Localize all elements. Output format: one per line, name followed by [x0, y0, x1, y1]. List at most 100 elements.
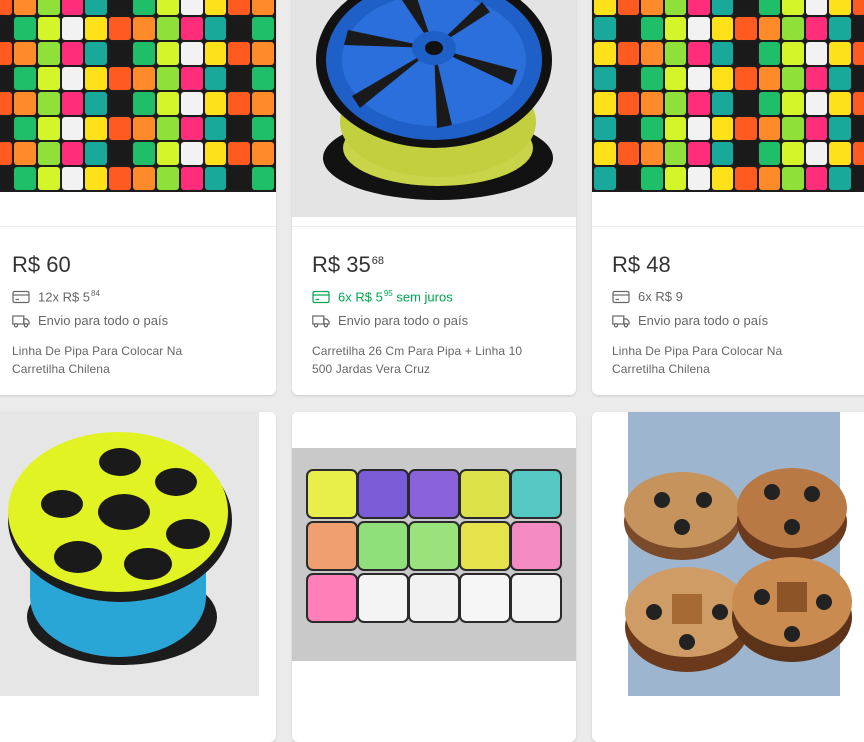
spool-tile [85, 42, 107, 65]
spool-tile [109, 117, 131, 140]
product-card[interactable] [592, 412, 864, 742]
spool-tile [14, 42, 36, 65]
spool-tile [38, 92, 60, 115]
credit-card-icon [312, 290, 330, 304]
spool-tile [85, 17, 107, 40]
shipping-row: Envio para todo o país [312, 313, 468, 328]
spool-tile [14, 17, 36, 40]
spool-tile [806, 0, 828, 15]
spool-tile [228, 117, 250, 140]
product-card[interactable]: R$ 48 6x R$ 9 Envio para todo o país Lin… [592, 0, 864, 395]
spool-tile [641, 0, 663, 15]
blue-wheel-spool-image [292, 0, 576, 217]
product-image[interactable] [592, 412, 864, 696]
spool-tile [618, 167, 640, 190]
shipping-text: Envio para todo o país [638, 313, 768, 328]
shipping-row: Envio para todo o país [612, 313, 768, 328]
product-image[interactable] [0, 412, 259, 696]
spool-tile [14, 167, 36, 190]
thread-roll [511, 522, 561, 570]
spool-tile [38, 17, 60, 40]
spool-tile [252, 42, 274, 65]
spool-tile [806, 17, 828, 40]
spool-tile [829, 0, 851, 15]
spool-tile [14, 92, 36, 115]
spool-tile [133, 67, 155, 90]
spool-tile [688, 0, 710, 15]
product-image[interactable] [292, 412, 576, 696]
spool-tile [712, 17, 734, 40]
spool-tile [853, 42, 864, 65]
spool-tile [782, 67, 804, 90]
spool-tile [688, 17, 710, 40]
product-card[interactable]: R$ 60 12x R$ 584 Envio para todo o país … [0, 0, 276, 395]
spool-tile [252, 142, 274, 165]
spool-tile [157, 42, 179, 65]
spool-tile [829, 17, 851, 40]
spool-tile [157, 0, 179, 15]
product-card[interactable] [0, 412, 276, 742]
credit-card-icon [612, 290, 630, 304]
spool-tile [853, 92, 864, 115]
product-image[interactable] [592, 0, 864, 192]
shipping-text: Envio para todo o país [338, 313, 468, 328]
product-card[interactable]: R$ 35 68 6x R$ 595 sem juros Envio para … [292, 0, 576, 395]
spool-tile [252, 0, 274, 15]
spool-tile [85, 92, 107, 115]
spool-tile [806, 142, 828, 165]
spool-tile [665, 142, 687, 165]
spool-tile [759, 167, 781, 190]
product-card[interactable] [292, 412, 576, 742]
spool-tile [829, 167, 851, 190]
spool-tile [618, 142, 640, 165]
spool-tile [157, 167, 179, 190]
spool-tile [109, 92, 131, 115]
spool-tile [853, 142, 864, 165]
card-divider [292, 226, 576, 227]
spool-tile [759, 142, 781, 165]
price-integer: R$ 60 [12, 252, 71, 278]
product-title[interactable]: Linha De Pipa Para Colocar Na Carretilha… [612, 342, 816, 378]
thread-roll [460, 470, 510, 518]
spool-tile [0, 167, 12, 190]
thread-roll [409, 522, 459, 570]
spool-tile [109, 167, 131, 190]
installment-row: 6x R$ 9 [612, 289, 683, 304]
spool-tile [735, 17, 757, 40]
spool-tile [853, 117, 864, 140]
spool-tile [0, 17, 12, 40]
spool-tile [252, 167, 274, 190]
spool-tile [109, 0, 131, 15]
spool-tile [157, 142, 179, 165]
spool-tile [641, 142, 663, 165]
product-image[interactable] [0, 0, 276, 192]
spool-tile [133, 0, 155, 15]
spool-tile [62, 42, 84, 65]
spool-tile [252, 17, 274, 40]
spool-tile [688, 117, 710, 140]
product-title[interactable]: Linha De Pipa Para Colocar Na Carretilha… [12, 342, 226, 378]
spool-tile [62, 67, 84, 90]
spool-tile [14, 142, 36, 165]
spool-tile [712, 0, 734, 15]
spool-tile [133, 117, 155, 140]
spool-tile [594, 92, 616, 115]
spool-tile [228, 92, 250, 115]
truck-icon [12, 314, 30, 328]
product-image[interactable] [292, 0, 576, 217]
spool-tile [782, 92, 804, 115]
spool-tile [85, 142, 107, 165]
spool-tile [712, 117, 734, 140]
spool-tile [735, 117, 757, 140]
spool-tile [133, 42, 155, 65]
shipping-text: Envio para todo o país [38, 313, 168, 328]
spool-tile [782, 167, 804, 190]
spool-tile [157, 67, 179, 90]
spool-tile [829, 142, 851, 165]
spool-tile [759, 17, 781, 40]
spools-mosaic-image [592, 0, 864, 192]
spool-tile [782, 42, 804, 65]
spool-tile [712, 142, 734, 165]
spool-tile [665, 17, 687, 40]
product-title[interactable]: Carretilha 26 Cm Para Pipa + Linha 10 50… [312, 342, 542, 378]
